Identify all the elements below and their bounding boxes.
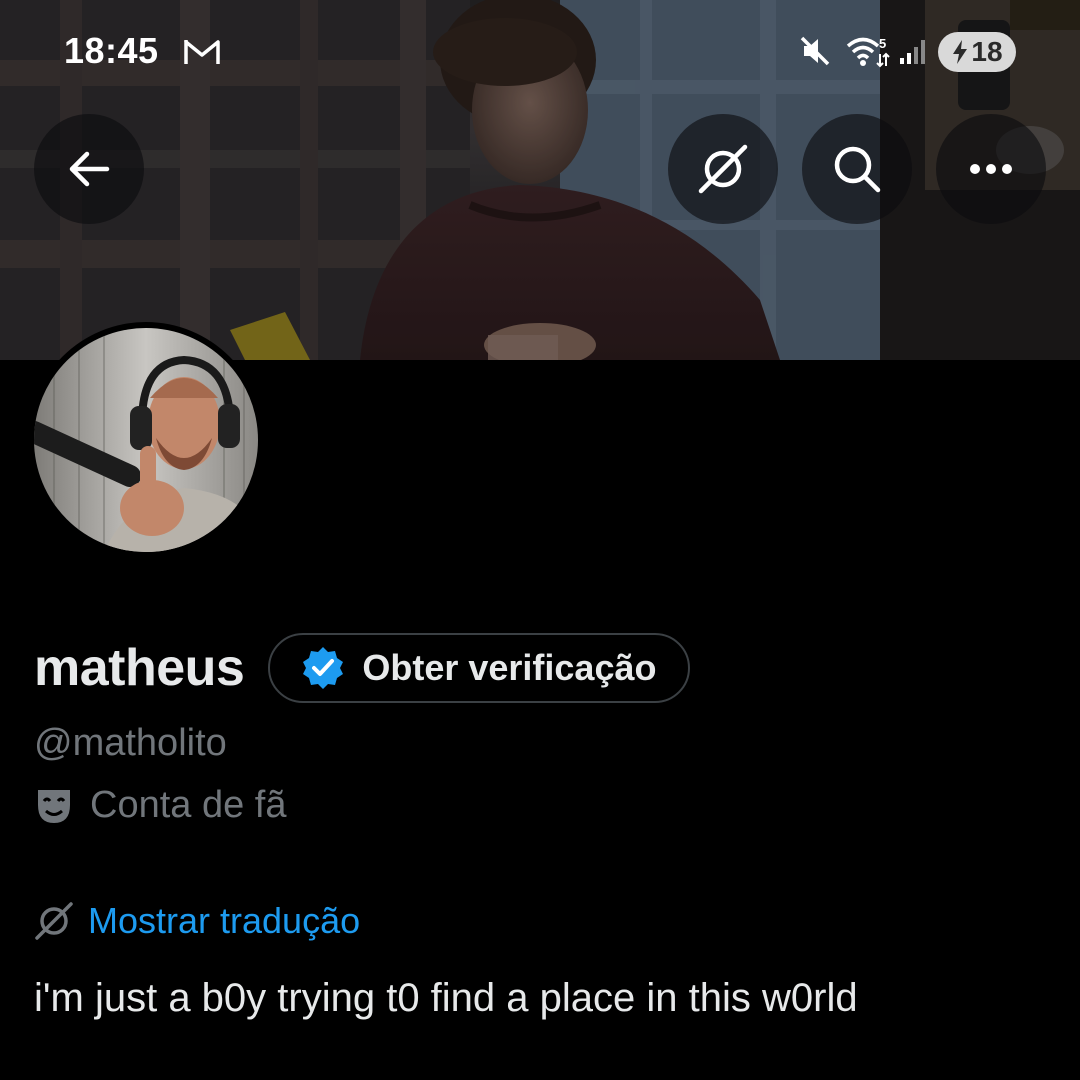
mute-icon <box>800 36 830 66</box>
show-translation-label: Mostrar tradução <box>88 900 361 941</box>
more-horizontal-icon <box>970 164 1012 174</box>
battery-charging-icon <box>953 40 968 64</box>
battery-indicator: 18 <box>938 32 1016 72</box>
search-icon <box>834 146 881 193</box>
user-handle: @matholito <box>34 722 227 764</box>
gmail-icon <box>184 40 220 64</box>
more-button[interactable] <box>936 114 1046 224</box>
profile-bio: i'm just a b0y trying t0 find a place in… <box>34 976 858 1020</box>
grok-icon <box>698 144 748 194</box>
show-translation-link[interactable]: Mostrar tradução <box>34 900 360 942</box>
wifi-icon: 5 <box>846 36 890 68</box>
svg-text:5: 5 <box>879 36 886 51</box>
profile-category: Conta de fã <box>36 784 286 827</box>
verified-badge-icon <box>303 647 344 689</box>
name-row: matheus Obter verificação <box>34 630 691 706</box>
category-label: Conta de fã <box>90 784 287 826</box>
signal-icon <box>900 40 925 64</box>
profile-avatar[interactable] <box>28 322 264 558</box>
arrow-left-icon <box>69 151 110 187</box>
status-time: 18:45 <box>64 30 159 71</box>
back-button[interactable] <box>34 114 144 224</box>
search-button[interactable] <box>802 114 912 224</box>
avatar-image <box>34 328 258 552</box>
get-verified-label: Obter verificação <box>362 647 657 688</box>
theater-mask-icon <box>38 789 70 823</box>
grok-button[interactable] <box>668 114 778 224</box>
grok-icon <box>35 902 73 940</box>
battery-level: 18 <box>971 36 1003 67</box>
status-bar: 18:45 5 18 <box>0 0 1080 100</box>
display-name: matheus <box>34 639 245 697</box>
get-verified-button[interactable]: Obter verificação <box>268 633 691 703</box>
